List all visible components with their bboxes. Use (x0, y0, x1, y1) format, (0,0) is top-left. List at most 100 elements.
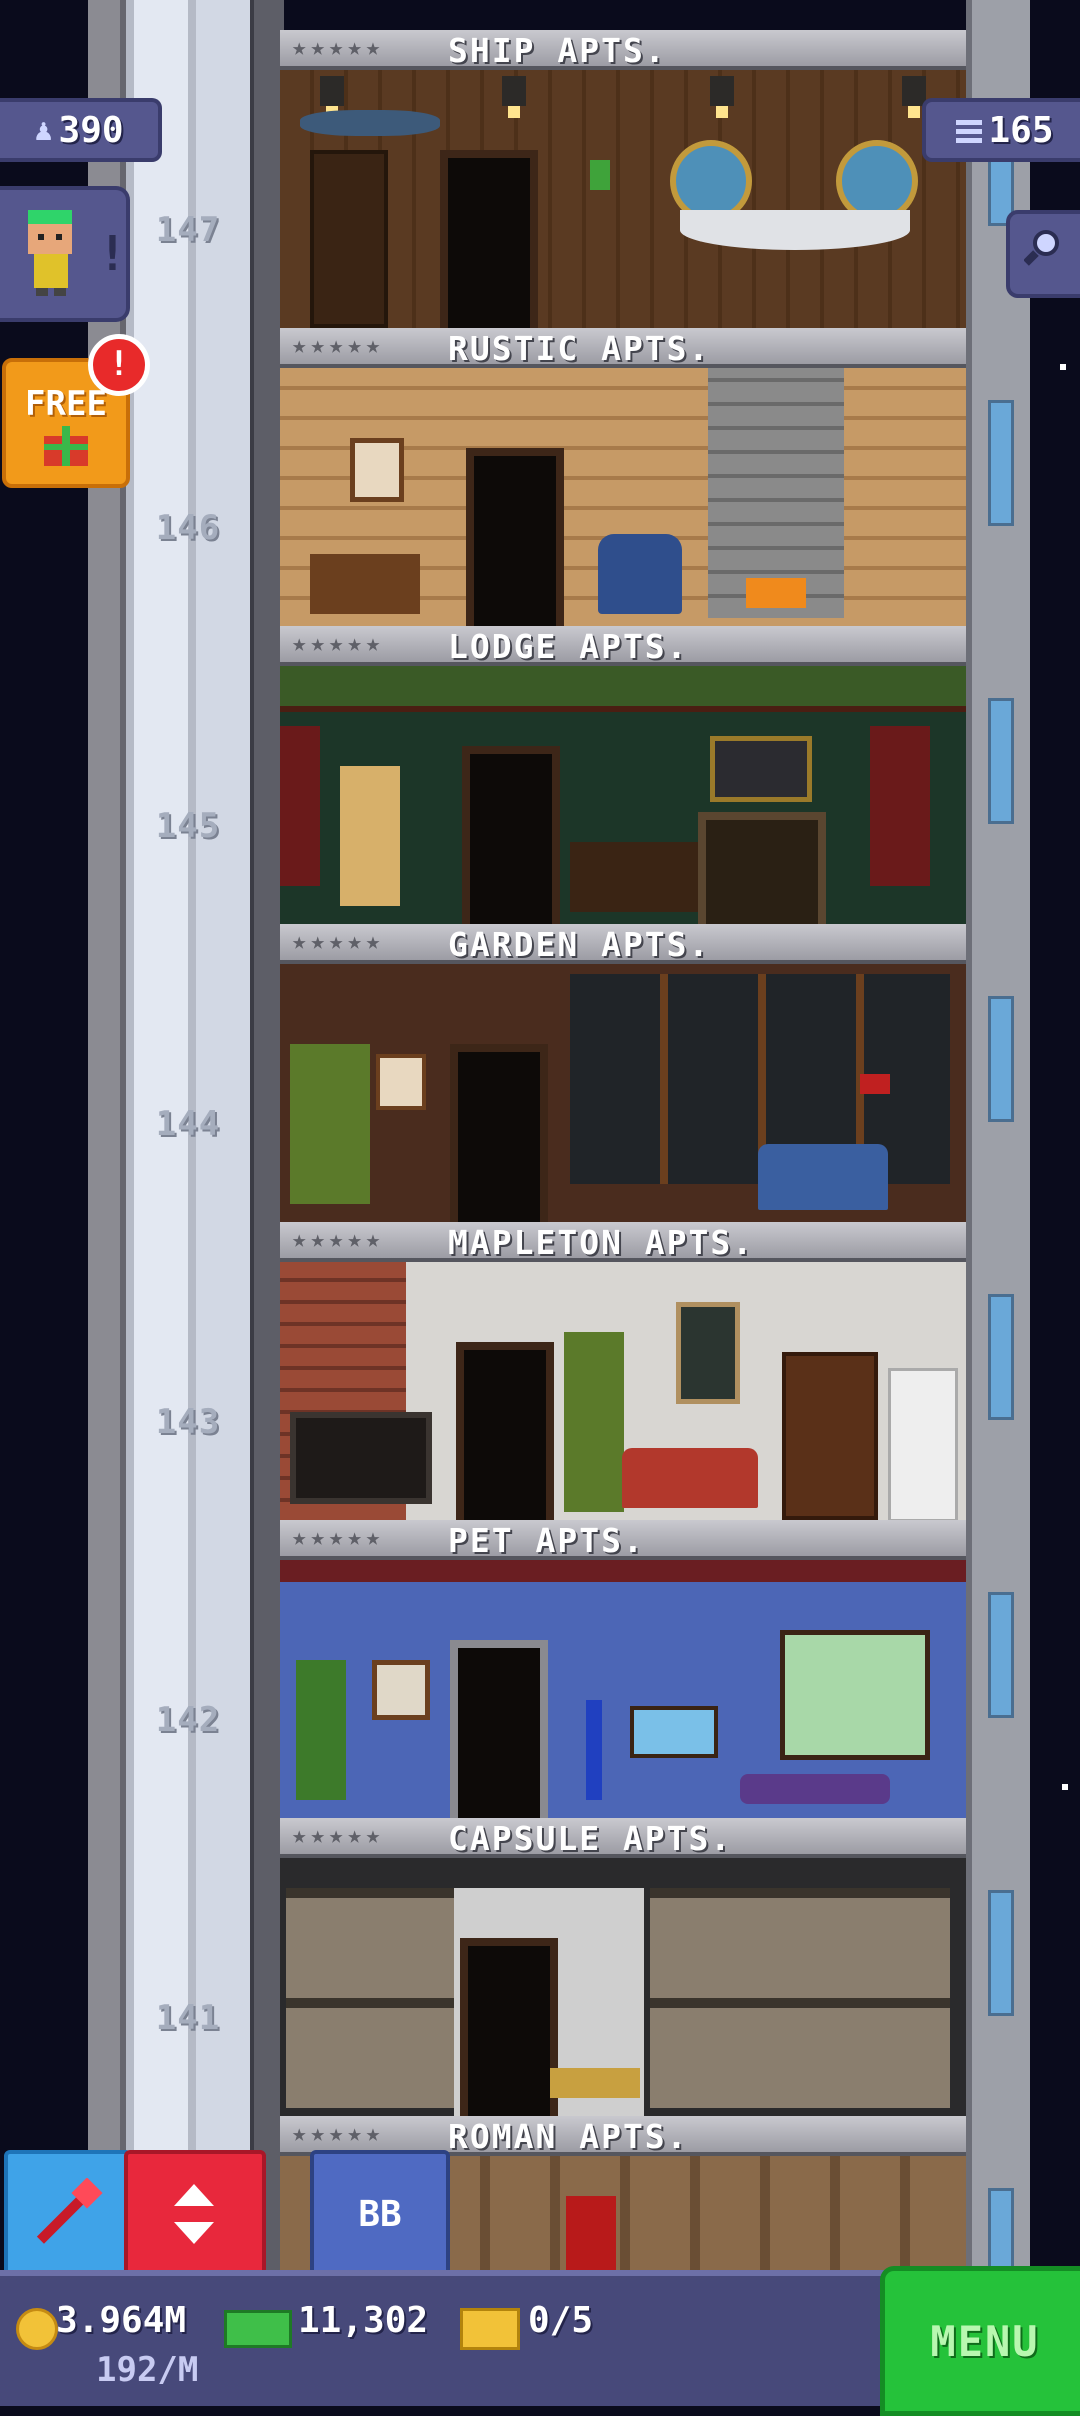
elevator-button[interactable] (124, 2150, 266, 2280)
fridge (888, 1368, 958, 1520)
floor-lamp (860, 1074, 890, 1094)
floor-number: 143 (155, 1402, 221, 1442)
floor-rustic-apts[interactable]: ★★★★★ RUSTIC APTS. (280, 328, 966, 626)
floor-ship-apts[interactable]: ★★★★★ SHIP APTS. (280, 30, 966, 328)
parrot-perch (586, 1700, 602, 1800)
floor-name: LODGE APTS. (448, 627, 689, 666)
tower-window (988, 1592, 1014, 1718)
bux-value[interactable]: 11,302 (298, 2300, 428, 2341)
floor-lodge-apts[interactable]: ★★★★★ LODGE APTS. (280, 626, 966, 924)
magnifier-icon (1024, 230, 1059, 266)
terrarium-shelf (780, 1630, 930, 1760)
star (1062, 1784, 1068, 1790)
floor-name: RUSTIC APTS. (448, 329, 711, 368)
bux-icon (224, 2310, 292, 2348)
wall-art (676, 1302, 740, 1404)
gift-alert-badge: ! (88, 334, 150, 396)
floor-name: SHIP APTS. (448, 31, 667, 70)
coins-value[interactable]: 3.964M (56, 2300, 186, 2341)
tower-window (988, 400, 1014, 526)
floor-room (280, 1858, 966, 2116)
tower-window (988, 698, 1014, 824)
fire (746, 578, 806, 608)
floor-number: 147 (155, 210, 221, 250)
bookshelf (782, 1352, 878, 1520)
income-rate: 192/M (96, 2350, 199, 2390)
floor-mapleton-apts[interactable]: ★★★★★ MAPLETON APTS. (280, 1222, 966, 1520)
floor-name: MAPLETON APTS. (448, 1223, 755, 1262)
floor-pet-apts[interactable]: ★★★★★ PET APTS. (280, 1520, 966, 1818)
floor-capsule-apts[interactable]: ★★★★★ CAPSULE APTS. (280, 1818, 966, 2116)
ceiling-trim (280, 1560, 966, 1582)
plant (290, 1044, 370, 1204)
doorway (460, 1938, 558, 2116)
floor-room (280, 964, 966, 1222)
parrot (590, 160, 610, 190)
golden-tickets-value[interactable]: 0/5 (528, 2300, 593, 2341)
bitbook-label: BB (358, 2194, 402, 2235)
bookshelf (310, 150, 388, 328)
lamp-table (340, 766, 400, 906)
floor-garden-apts[interactable]: ★★★★★ GARDEN APTS. (280, 924, 966, 1222)
floor-name: GARDEN APTS. (448, 925, 711, 964)
lantern (710, 76, 734, 118)
floor-header: ★★★★★ SHIP APTS. (280, 30, 966, 70)
search-button[interactable] (1006, 210, 1080, 298)
coin-icon (16, 2308, 58, 2350)
star (1060, 364, 1066, 370)
floor-number: 141 (155, 1998, 221, 2038)
raffle-button[interactable] (4, 2150, 132, 2280)
population-counter[interactable]: ♟ 390 (0, 98, 162, 162)
table-chairs (310, 554, 420, 614)
floor-room (280, 70, 966, 328)
sofa (758, 1144, 888, 1210)
floor-number: 142 (155, 1700, 221, 1740)
floor-name: CAPSULE APTS. (448, 1819, 733, 1858)
doorway (466, 448, 564, 626)
tower-window (988, 1294, 1014, 1420)
menu-label: MENU (930, 2317, 1040, 2366)
floor-number: 146 (155, 508, 221, 548)
pet-bed (740, 1774, 890, 1804)
tower-window (988, 996, 1014, 1122)
raffle-arrow-icon (36, 2178, 103, 2244)
floor-name: ROMAN APTS. (448, 2117, 689, 2156)
ceiling-beam (280, 666, 966, 712)
painting (710, 736, 812, 802)
floor-room (280, 666, 966, 924)
swordfish-trophy (300, 110, 440, 136)
floor-header: ★★★★★ MAPLETON APTS. (280, 1222, 966, 1262)
bitizen-alert: ! (98, 226, 127, 282)
floor-stars: ★★★★★ (292, 629, 385, 657)
resource-bar: 3.964M 11,302 0/5 192/M MENU (0, 2266, 1080, 2416)
floor-stars: ★★★★★ (292, 1523, 385, 1551)
tower-window (988, 1890, 1014, 2016)
floor-header: ★★★★★ CAPSULE APTS. (280, 1818, 966, 1858)
elevator-arrows-icon (174, 2184, 214, 2244)
floor-stars: ★★★★★ (292, 331, 385, 359)
floor-count-counter[interactable]: 165 (922, 98, 1080, 162)
golden-ticket-icon (460, 2308, 520, 2350)
floor-stars: ★★★★★ (292, 33, 385, 61)
sofa (622, 1448, 758, 1508)
floor-number: 144 (155, 1104, 221, 1144)
bench (550, 2068, 640, 2098)
bitbook-button[interactable]: BB (310, 2150, 450, 2280)
floor-stars: ★★★★★ (292, 1225, 385, 1253)
fireplace (698, 812, 826, 924)
doorway (440, 150, 538, 328)
population-value: 390 (58, 109, 124, 151)
floor-stars: ★★★★★ (292, 1821, 385, 1849)
doorway (450, 1640, 548, 1818)
lantern (320, 76, 344, 118)
floor-stars: ★★★★★ (292, 2119, 385, 2147)
lantern (902, 76, 926, 118)
floor-room (280, 1560, 966, 1818)
shaft-rail (250, 0, 284, 2270)
floor-name: PET APTS. (448, 1521, 645, 1560)
capsule-pods (286, 1888, 454, 2108)
floor-header: ★★★★★ RUSTIC APTS. (280, 328, 966, 368)
menu-button[interactable]: MENU (880, 2266, 1080, 2416)
plant (296, 1660, 346, 1800)
bitizen-button[interactable]: ! (0, 186, 130, 322)
